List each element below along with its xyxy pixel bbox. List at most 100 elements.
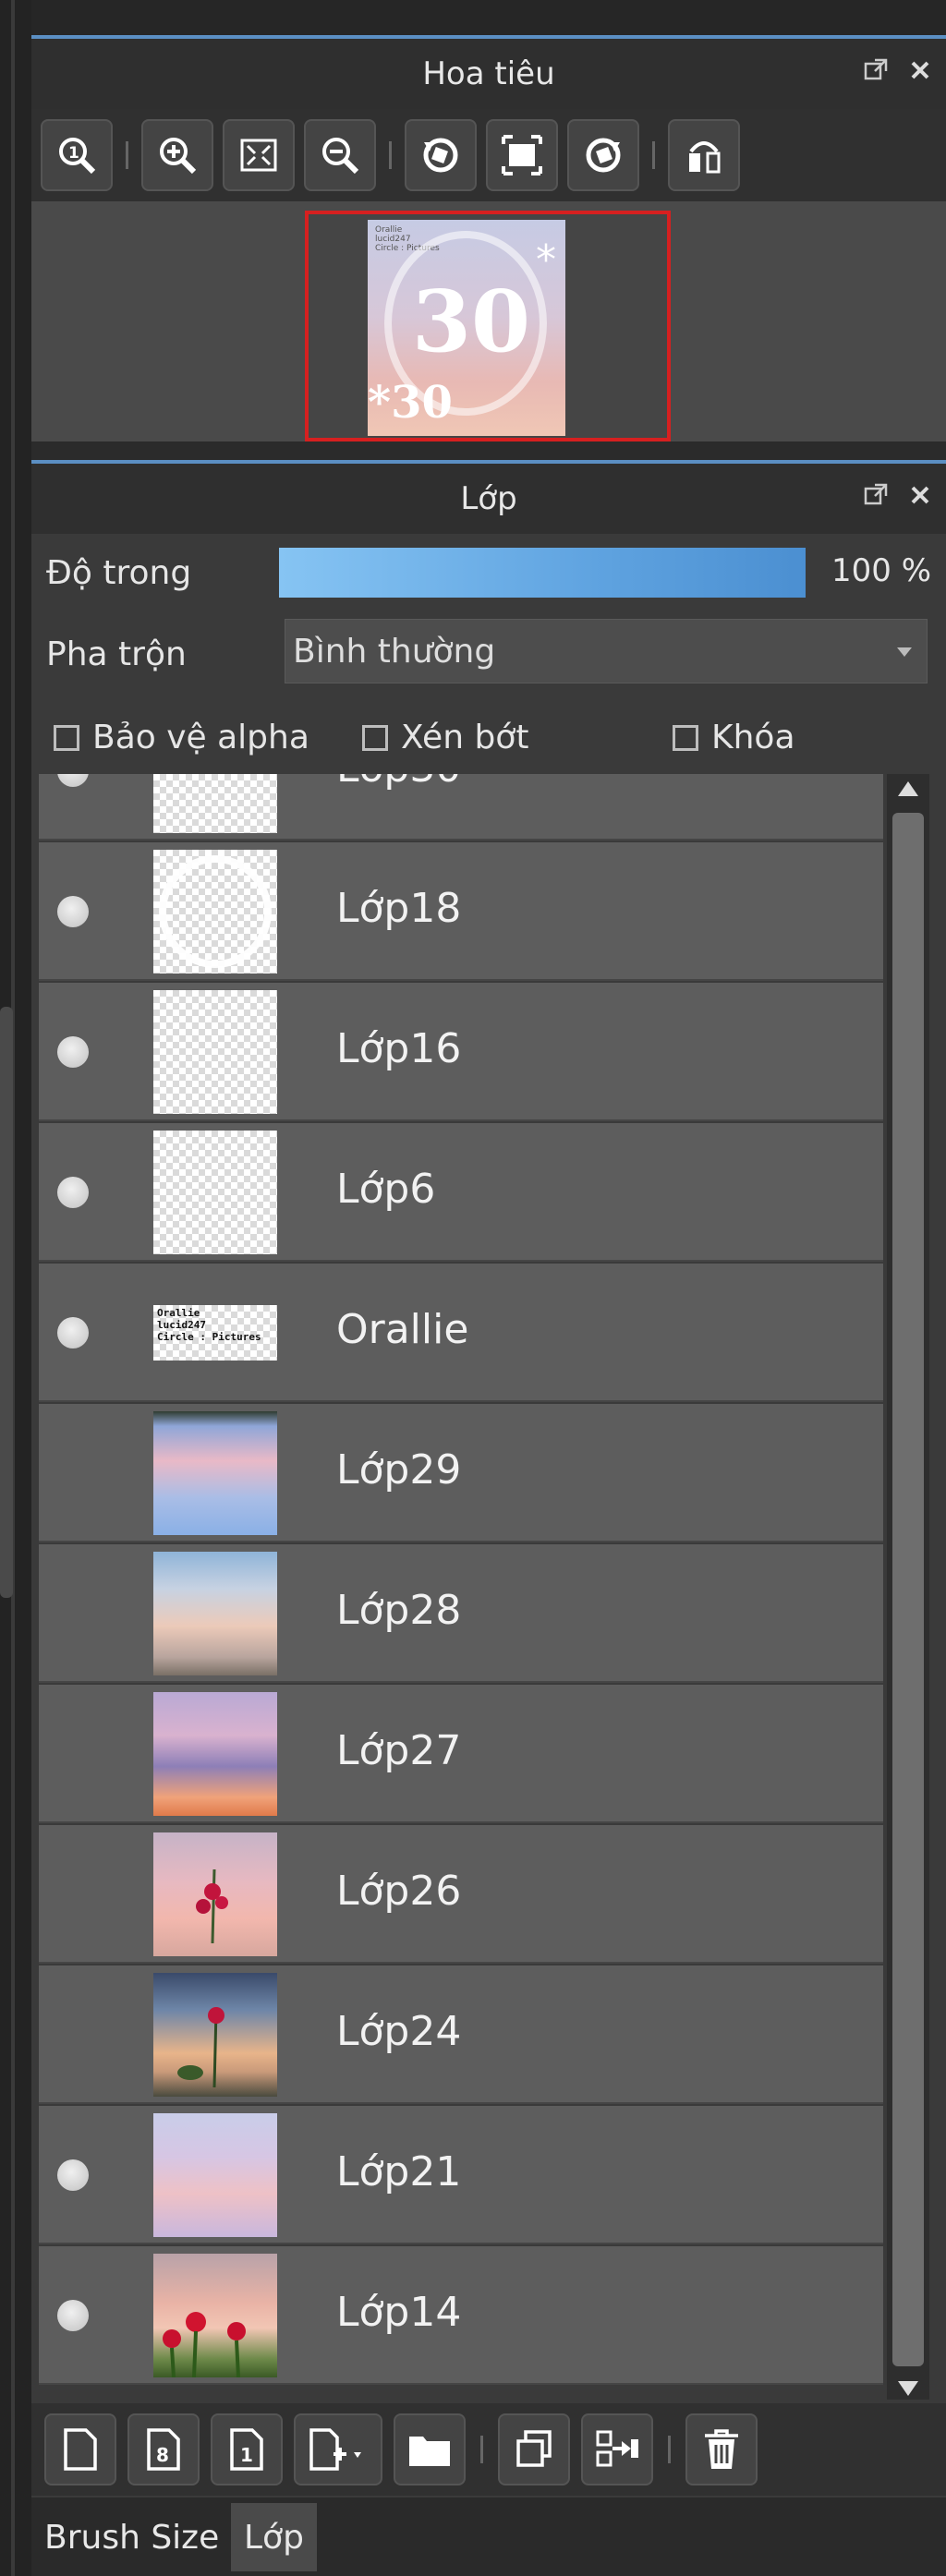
scroll-down-icon[interactable] [898,2381,918,2396]
protect-alpha-label: Bảo vệ alpha [92,719,309,756]
top-strip [0,0,946,35]
separator [480,2436,483,2463]
left-scrollbar[interactable] [0,0,31,2576]
layer-thumbnail [153,850,277,974]
preview-small-text: *30 [368,377,453,429]
merge-down-icon[interactable] [581,2413,653,2485]
visibility-eye-icon[interactable] [57,1036,89,1068]
add-layer-menu-icon[interactable] [294,2413,382,2485]
fill-screen-icon[interactable] [486,119,558,191]
layer-thumbnail [153,1411,277,1535]
opacity-value: 100 % [831,552,931,589]
navigator-title: Hoa tiêu [422,55,555,92]
svg-text:8: 8 [156,2444,169,2466]
layer-name: Lớp29 [336,1446,462,1494]
layer-row[interactable]: Lớp14 [39,2246,883,2385]
new-8bit-layer-icon[interactable]: 8 [127,2413,200,2485]
separator [126,141,128,169]
layer-row[interactable]: Lớp18 [39,842,883,981]
new-layer-icon[interactable] [44,2413,116,2485]
layer-thumbnail [153,990,277,1114]
folder-icon[interactable] [394,2413,466,2485]
svg-text:1: 1 [68,144,79,163]
duplicate-layer-icon[interactable] [498,2413,570,2485]
clipping-checkbox[interactable]: Xén bớt [362,719,528,756]
separator [652,141,655,169]
layer-name: Lớp27 [336,1727,462,1774]
undock-icon[interactable] [859,478,892,512]
layer-list-scrollbar[interactable] [887,774,929,2400]
layer-name: Orallie [336,1306,469,1353]
tab-label: Lớp [244,2518,304,2557]
zoom-in-icon[interactable] [141,119,213,191]
layer-row[interactable]: Lớp28 [39,1544,883,1683]
tab-layers[interactable]: Lớp [231,2503,317,2571]
layer-row[interactable]: Lớp26 [39,1825,883,1964]
layer-name: Lớp16 [336,1025,462,1072]
layer-row[interactable]: Lớp30 [39,774,883,841]
left-scrollbar-thumb[interactable] [0,1007,13,1598]
undock-icon[interactable] [859,54,892,87]
layer-list[interactable]: Lớp30 Lớp18 Lớp16 Lớp6 Orallie lucid247 … [39,774,883,2390]
layer-row[interactable]: Orallie lucid247 Circle : Pictures Orall… [39,1264,883,1402]
layer-row[interactable]: Lớp16 [39,983,883,1121]
scroll-up-icon[interactable] [898,781,918,796]
layer-thumbnail [153,1973,277,2097]
rotate-right-icon[interactable] [567,119,639,191]
checkbox-box[interactable] [362,724,388,751]
tab-brush-size[interactable]: Brush Size [31,2503,232,2571]
layer-thumbnail [153,1832,277,1956]
layer-thumbnail [153,1692,277,1816]
blend-mode-value: Bình thường [293,632,496,671]
zoom-out-icon[interactable] [304,119,376,191]
layer-thumbnail [153,1131,277,1254]
delete-layer-icon[interactable] [685,2413,758,2485]
clipping-label: Xén bớt [401,719,529,756]
layer-thumbnail: Orallie lucid247 Circle : Pictures [153,1305,277,1361]
tab-label: Brush Size [44,2518,220,2557]
fit-screen-icon[interactable] [223,119,295,191]
blend-label: Pha trộn [46,635,187,673]
flip-horizontal-icon[interactable] [668,119,740,191]
visibility-eye-icon[interactable] [57,1317,89,1348]
layer-name: Lớp24 [336,2008,462,2055]
visibility-eye-icon[interactable] [57,896,89,927]
lock-checkbox[interactable]: Khóa [673,719,795,756]
opacity-slider[interactable] [279,548,806,598]
visibility-eye-icon[interactable] [57,2300,89,2331]
layer-thumbnail [153,2254,277,2378]
layer-row[interactable]: Lớp21 [39,2106,883,2244]
layer-thumbnail [153,1552,277,1675]
new-1bit-layer-icon[interactable]: 1 [211,2413,283,2485]
separator [668,2436,671,2463]
zoom-actual-icon[interactable]: 1 [41,119,113,191]
navigator-viewport[interactable]: Orallie lucid247 Circle : Pictures 30 * … [31,201,946,441]
layer-thumbnail [153,2113,277,2237]
preview-star: * [536,236,556,284]
layer-row[interactable]: Lớp27 [39,1685,883,1823]
protect-alpha-checkbox[interactable]: Bảo vệ alpha [54,719,309,756]
layer-row[interactable]: Lớp24 [39,1965,883,2104]
layer-thumbnail [153,774,277,833]
visibility-eye-icon[interactable] [57,2159,89,2191]
layer-name: Lớp30 [336,774,461,792]
view-frame[interactable]: Orallie lucid247 Circle : Pictures 30 * … [305,211,671,441]
panel-tabs: Brush Size Lớp [31,2497,946,2576]
visibility-eye-icon[interactable] [57,774,89,787]
layer-row[interactable]: Lớp6 [39,1123,883,1262]
close-icon[interactable] [904,54,937,87]
navigator-panel: Hoa tiêu 1 Orallie lucid247 Circle: Pic… [31,35,946,441]
rotate-left-icon[interactable] [405,119,477,191]
layer-name: Lớp6 [336,1166,436,1213]
checkbox-box[interactable] [54,724,79,751]
checkbox-box[interactable] [673,724,698,751]
layer-name: Lớp26 [336,1868,462,1915]
layer-row[interactable]: Lớp29 [39,1404,883,1542]
blend-mode-select[interactable]: Bình thường [285,619,928,683]
layers-panel: Lớp Độ trong 100 % Pha trộn Bình thường … [31,460,946,2576]
preview-big-text: 30 [412,272,531,371]
visibility-eye-icon[interactable] [57,1177,89,1208]
canvas-preview: Orallie lucid247 Circle : Pictures 30 * … [368,220,565,436]
scrollbar-thumb[interactable] [892,813,924,2366]
close-icon[interactable] [904,478,937,512]
